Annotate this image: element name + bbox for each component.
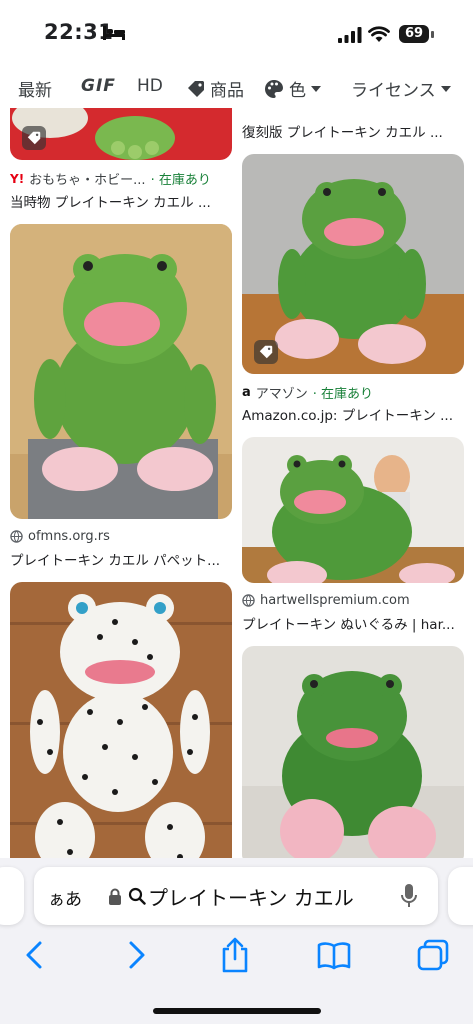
reader-options-button[interactable]: ぁあ: [48, 885, 82, 910]
tag-icon: [188, 80, 204, 97]
cellular-signal-icon: [338, 27, 362, 43]
frog-plush-image: [10, 224, 232, 519]
bookmarks-icon[interactable]: [316, 937, 352, 973]
result-title[interactable]: プレイトーキン ぬいぐるみ | har...: [242, 613, 464, 633]
wifi-icon: [368, 26, 390, 42]
tabs-icon[interactable]: [415, 937, 451, 973]
amazon-icon: a: [242, 385, 251, 400]
status-bar: 22:31 69: [0, 0, 473, 68]
globe-icon: [10, 530, 23, 543]
result-title[interactable]: 当時物 プレイトーキン カエル ...: [10, 191, 232, 211]
microphone-icon[interactable]: [400, 883, 418, 909]
result-image-left-0[interactable]: [10, 108, 232, 160]
result-title[interactable]: 復刻版 プレイトーキン カエル ...: [242, 121, 464, 141]
share-icon[interactable]: [219, 937, 251, 973]
next-tab-peek[interactable]: [448, 867, 473, 925]
result-image-left-1[interactable]: [10, 224, 232, 519]
frog-plush-image: [10, 582, 232, 863]
result-source: hartwellspremium.com: [242, 593, 410, 608]
product-tag-badge: [22, 126, 46, 150]
tag-icon: [259, 345, 273, 359]
lock-icon: [109, 888, 121, 905]
search-query: プレイトーキン カエル: [148, 886, 354, 910]
product-tag-badge: [254, 340, 278, 364]
dropdown-arrow-icon: [311, 85, 321, 92]
result-source: a アマゾン · 在庫あり: [242, 385, 374, 402]
filter-license[interactable]: ライセンス: [351, 76, 451, 101]
result-image-right-1[interactable]: [242, 154, 464, 374]
filter-hd[interactable]: HD: [137, 76, 163, 96]
previous-tab-peek[interactable]: [0, 867, 24, 925]
result-title[interactable]: Amazon.co.jp: プレイトーキン ...: [242, 404, 464, 424]
filter-latest[interactable]: 最新: [18, 76, 52, 101]
frog-plush-image: [242, 437, 464, 583]
home-indicator[interactable]: [153, 1008, 321, 1014]
result-source: Y! おもちゃ・ホビー... · 在庫あり: [10, 171, 211, 189]
dropdown-arrow-icon: [440, 85, 451, 92]
filter-color[interactable]: 色: [264, 76, 321, 101]
address-bar[interactable]: ぁあ プレイトーキン カエル: [34, 867, 438, 925]
filter-bar: 最新 GIF HD 商品 色 ライセンス: [0, 68, 473, 108]
search-icon: [128, 887, 146, 905]
yahoo-shopping-icon: Y!: [10, 171, 25, 186]
back-icon[interactable]: [22, 937, 46, 973]
result-image-left-2[interactable]: [10, 582, 232, 863]
filter-gif[interactable]: GIF: [81, 76, 116, 96]
battery-cap: [431, 31, 434, 38]
result-image-right-2[interactable]: [242, 437, 464, 583]
palette-icon: [265, 79, 283, 98]
forward-icon[interactable]: [125, 937, 149, 973]
image-results-grid: Y! おもちゃ・ホビー... · 在庫あり 当時物 プレイトーキン カエル ..…: [0, 108, 473, 863]
globe-icon: [242, 594, 255, 607]
battery-level: 69: [399, 25, 429, 43]
result-source: ofmns.org.rs: [10, 529, 110, 544]
sleep-focus-icon: [103, 26, 125, 40]
frog-plush-image: [242, 646, 464, 863]
filter-products[interactable]: 商品: [187, 76, 244, 101]
result-image-right-3[interactable]: [242, 646, 464, 863]
result-title[interactable]: プレイトーキン カエル パペット...: [10, 549, 232, 569]
tag-icon: [27, 131, 41, 145]
